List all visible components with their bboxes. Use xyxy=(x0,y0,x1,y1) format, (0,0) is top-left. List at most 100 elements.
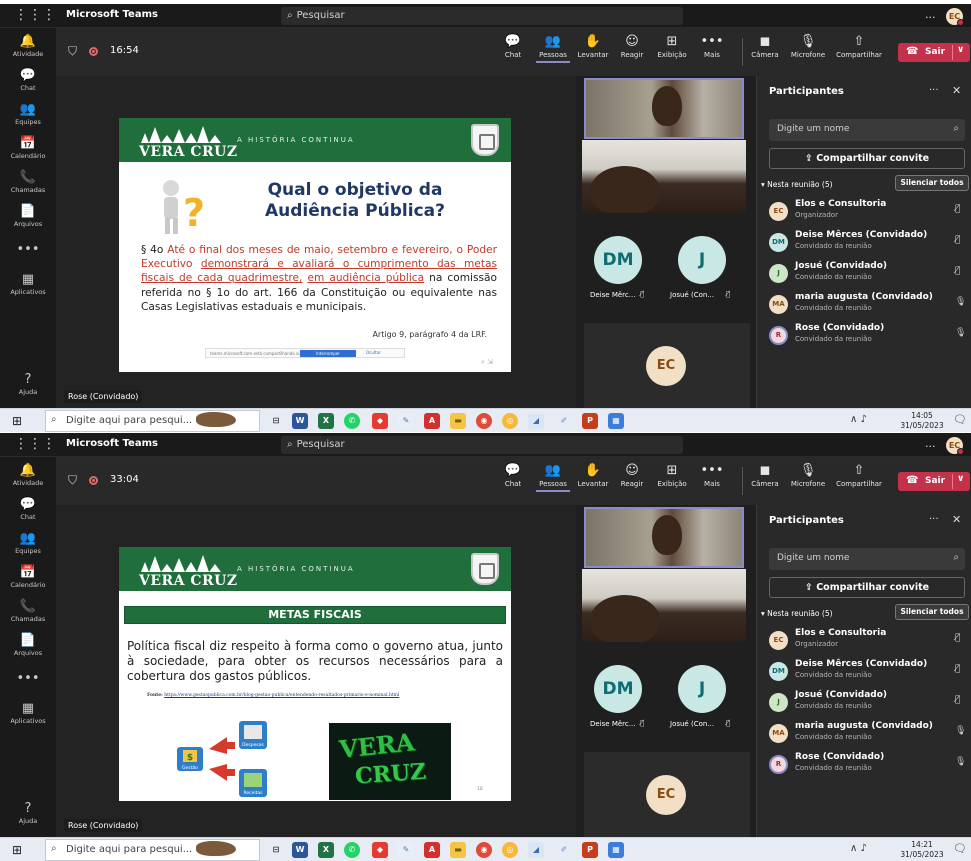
system-clock[interactable]: 14:05 31/05/2023 xyxy=(898,411,946,430)
powerpoint-icon[interactable]: P xyxy=(582,842,598,858)
share-button[interactable]: ⇧ Compartilhar xyxy=(832,463,886,488)
rail-help[interactable]: ? Ajuda xyxy=(0,372,56,396)
participant-row[interactable]: R Rose (Convidado) Convidado da reunião 🎙 xyxy=(765,322,970,350)
excel-icon[interactable]: X xyxy=(318,842,334,858)
people-button[interactable]: 👥 Pessoas xyxy=(536,463,570,492)
notification-icon[interactable]: 🗨 xyxy=(953,842,967,855)
system-tray-icons[interactable]: ∧ ♪ xyxy=(850,843,867,854)
task-view-icon[interactable]: ⊟ xyxy=(268,842,284,858)
panel-more-icon[interactable]: ··· xyxy=(929,85,939,96)
powerpoint-icon[interactable]: P xyxy=(582,413,598,429)
share-invite-button[interactable]: ⇪ Compartilhar convite xyxy=(769,577,965,598)
rail-more[interactable]: ••• xyxy=(0,242,56,257)
app-launcher-icon[interactable]: ⋮⋮⋮ xyxy=(14,436,56,452)
share-button[interactable]: ⇧ Compartilhar xyxy=(832,34,886,59)
avatar-josue[interactable]: J xyxy=(678,236,726,284)
rail-files[interactable]: 📄 Arquivos xyxy=(0,633,56,657)
people-button[interactable]: 👥 Pessoas xyxy=(536,34,570,63)
source-link[interactable]: https://www.gestaopublica.com.br/blog-ge… xyxy=(164,693,399,698)
browser-icon[interactable]: ◎ xyxy=(502,842,518,858)
calculator-icon[interactable]: ▦ xyxy=(608,842,624,858)
windows-start-icon[interactable]: ⊞ xyxy=(12,414,22,428)
participant-row[interactable]: MA maria augusta (Convidado) Convidado da … xyxy=(765,291,970,319)
camera-button[interactable]: ◼ Câmera xyxy=(748,463,782,488)
app-icon[interactable]: ◢ xyxy=(528,413,544,429)
file-explorer-icon[interactable]: ▬ xyxy=(450,842,466,858)
video-tile-rose[interactable] xyxy=(582,140,746,213)
pdf-reader-icon[interactable]: A xyxy=(424,413,440,429)
rail-help[interactable]: ? Ajuda xyxy=(0,801,56,825)
more-actions-button[interactable]: ••• Mais xyxy=(698,34,726,59)
rail-calls[interactable]: 📞 Chamadas xyxy=(0,599,56,623)
rail-teams[interactable]: 👥 Equipes xyxy=(0,531,56,555)
stop-sharing-button[interactable]: Interromper compartilhamento xyxy=(300,350,356,363)
rail-chat[interactable]: 💬 Chat xyxy=(0,497,56,521)
mute-all-button[interactable]: Silenciar todos xyxy=(895,175,969,191)
rail-teams[interactable]: 👥 Equipes xyxy=(0,102,56,126)
app-icon[interactable]: ✎ xyxy=(398,842,414,858)
react-button[interactable]: ☺ Reagir xyxy=(616,34,648,59)
whatsapp-icon[interactable]: ✆ xyxy=(344,842,360,858)
app-icon[interactable]: ✎ xyxy=(398,413,414,429)
avatar-josue[interactable]: J xyxy=(678,665,726,713)
panel-more-icon[interactable]: ··· xyxy=(929,514,939,525)
app-icon[interactable]: ✐ xyxy=(556,413,572,429)
participant-row[interactable]: MA maria augusta (Convidado) Convidado da … xyxy=(765,720,970,748)
chevron-down-icon[interactable]: ∨ xyxy=(957,474,964,484)
rail-apps[interactable]: ▦ Aplicativos xyxy=(0,701,56,725)
rail-apps[interactable]: ▦ Aplicativos xyxy=(0,272,56,296)
user-avatar[interactable]: EC xyxy=(946,8,964,26)
leave-button[interactable]: ☎ Sair ∨ xyxy=(898,43,970,62)
system-clock[interactable]: 14:21 31/05/2023 xyxy=(898,840,946,859)
rail-activity[interactable]: 🔔 Atividade xyxy=(0,34,56,58)
word-icon[interactable]: W xyxy=(292,842,308,858)
excel-icon[interactable]: X xyxy=(318,413,334,429)
rail-calendar[interactable]: 📅 Calendário xyxy=(0,565,56,589)
participant-row[interactable]: EC Elos e Consultoria Organizador 🎙̸ xyxy=(765,627,970,655)
more-actions-button[interactable]: ••• Mais xyxy=(698,463,726,488)
participant-search-input[interactable]: Digite um nome ⌕ xyxy=(769,119,965,141)
participant-row[interactable]: EC Elos e Consultoria Organizador 🎙̸ xyxy=(765,198,970,226)
raise-hand-button[interactable]: ✋ Levantar xyxy=(575,34,611,59)
react-button[interactable]: ☺ Reagir xyxy=(616,463,648,488)
rail-activity[interactable]: 🔔 Atividade xyxy=(0,463,56,487)
task-view-icon[interactable]: ⊟ xyxy=(268,413,284,429)
windows-start-icon[interactable]: ⊞ xyxy=(12,843,22,857)
settings-more-button[interactable]: ... xyxy=(925,437,936,450)
app-icon[interactable]: ✐ xyxy=(556,842,572,858)
participant-row[interactable]: DM Deise Mêrces (Convidado) Convidado da r… xyxy=(765,229,970,257)
mic-button[interactable]: 🎙 Microfone xyxy=(784,463,832,488)
app-launcher-icon[interactable]: ⋮⋮⋮ xyxy=(14,7,56,23)
rail-more[interactable]: ••• xyxy=(0,671,56,686)
participant-row[interactable]: J Josué (Convidado) Convidado da reunião 🎙̸ xyxy=(765,260,970,288)
share-invite-button[interactable]: ⇪ Compartilhar convite xyxy=(769,148,965,169)
rail-calendar[interactable]: 📅 Calendário xyxy=(0,136,56,160)
chevron-down-icon[interactable]: ∨ xyxy=(957,45,964,55)
rail-calls[interactable]: 📞 Chamadas xyxy=(0,170,56,194)
avatar-deise[interactable]: DM xyxy=(594,665,642,713)
raise-hand-button[interactable]: ✋ Levantar xyxy=(575,463,611,488)
word-icon[interactable]: W xyxy=(292,413,308,429)
avatar-deise[interactable]: DM xyxy=(594,236,642,284)
close-icon[interactable]: ✕ xyxy=(952,513,961,526)
video-tile-rose[interactable] xyxy=(582,569,746,642)
view-button[interactable]: ⊞ Exibição xyxy=(653,463,691,488)
section-header-in-meeting[interactable]: ▾ Nesta reunião (5) xyxy=(761,180,833,189)
search-input[interactable]: ⌕ Pesquisar xyxy=(281,436,683,454)
participant-row[interactable]: DM Deise Mêrces (Convidado) Convidado da r… xyxy=(765,658,970,686)
slide-controls-icon[interactable]: ⌕ ⇲ xyxy=(481,358,493,367)
close-icon[interactable]: ✕ xyxy=(952,84,961,97)
anydesk-icon[interactable]: ◆ xyxy=(372,842,388,858)
settings-more-button[interactable]: ... xyxy=(925,8,936,21)
file-explorer-icon[interactable]: ▬ xyxy=(450,413,466,429)
system-tray-icons[interactable]: ∧ ♪ xyxy=(850,414,867,425)
notification-icon[interactable]: 🗨 xyxy=(953,413,967,426)
chrome-icon[interactable]: ◉ xyxy=(476,842,492,858)
anydesk-icon[interactable]: ◆ xyxy=(372,413,388,429)
pdf-reader-icon[interactable]: A xyxy=(424,842,440,858)
self-preview-tile[interactable]: EC xyxy=(584,752,750,837)
rail-files[interactable]: 📄 Arquivos xyxy=(0,204,56,228)
section-header-in-meeting[interactable]: ▾ Nesta reunião (5) xyxy=(761,609,833,618)
video-tile-maria-augusta[interactable] xyxy=(584,507,744,568)
search-input[interactable]: ⌕ Pesquisar xyxy=(281,7,683,25)
